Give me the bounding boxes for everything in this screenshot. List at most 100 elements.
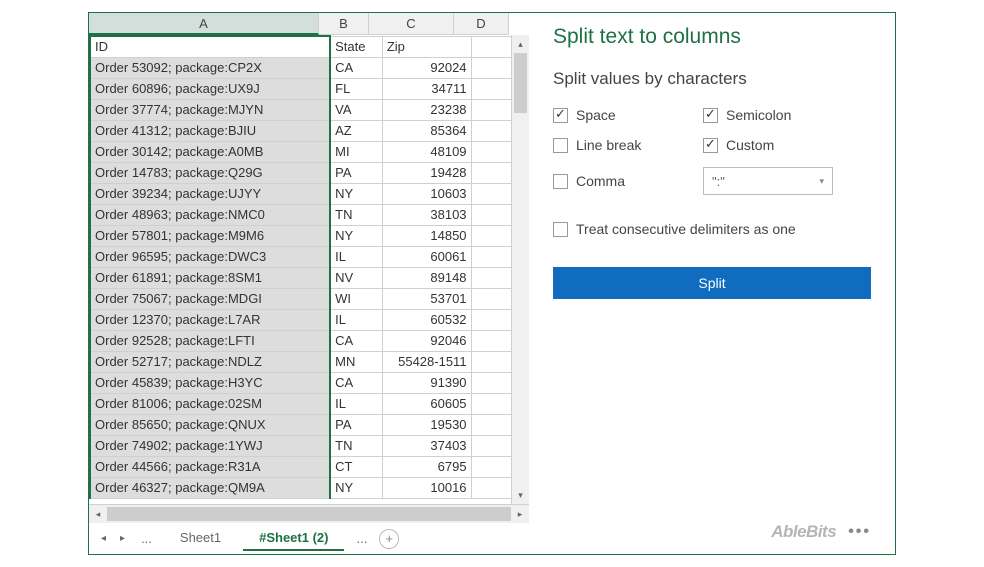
scroll-left-icon[interactable]: ◂ <box>89 509 107 520</box>
custom-delimiter-input[interactable]: ":" ▾ <box>703 167 833 195</box>
horizontal-scrollbar[interactable]: ◂ ▸ <box>89 505 529 523</box>
cell-c13[interactable]: 53701 <box>382 288 471 309</box>
cell-a6[interactable]: Order 30142; package:A0MB <box>90 141 330 162</box>
checkbox-space[interactable]: Space <box>553 107 693 123</box>
checkbox-consecutive[interactable]: Treat consecutive delimiters as one <box>553 221 871 237</box>
cells-grid[interactable]: IDStateZipOrder 53092; package:CP2XCA920… <box>89 35 529 499</box>
col-header-b[interactable]: B <box>319 13 369 35</box>
cell-c2[interactable]: 92024 <box>382 57 471 78</box>
scroll-right-icon[interactable]: ▸ <box>511 509 529 520</box>
cell-a10[interactable]: Order 57801; package:M9M6 <box>90 225 330 246</box>
split-panel: Split text to columns Split values by ch… <box>529 13 895 554</box>
tab-sheet1-2[interactable]: #Sheet1 (2) <box>243 526 344 551</box>
cell-a20[interactable]: Order 74902; package:1YWJ <box>90 435 330 456</box>
cell-c15[interactable]: 92046 <box>382 330 471 351</box>
cell-a14[interactable]: Order 12370; package:L7AR <box>90 309 330 330</box>
col-header-a[interactable]: A <box>89 13 319 35</box>
cell-b12[interactable]: NV <box>330 267 382 288</box>
vertical-scroll-thumb[interactable] <box>514 53 527 113</box>
cell-b4[interactable]: VA <box>330 99 382 120</box>
cell-c10[interactable]: 14850 <box>382 225 471 246</box>
cell-c18[interactable]: 60605 <box>382 393 471 414</box>
checkbox-semicolon[interactable]: Semicolon <box>703 107 843 123</box>
cell-c4[interactable]: 23238 <box>382 99 471 120</box>
cell-a2[interactable]: Order 53092; package:CP2X <box>90 57 330 78</box>
cell-a11[interactable]: Order 96595; package:DWC3 <box>90 246 330 267</box>
cell-b2[interactable]: CA <box>330 57 382 78</box>
cell-b1[interactable]: State <box>330 36 382 57</box>
checkbox-custom[interactable]: Custom <box>703 137 843 153</box>
cell-a9[interactable]: Order 48963; package:NMC0 <box>90 204 330 225</box>
horizontal-scroll-thumb[interactable] <box>107 507 511 521</box>
cell-a15[interactable]: Order 92528; package:LFTI <box>90 330 330 351</box>
add-sheet-button[interactable]: + <box>379 529 399 549</box>
scroll-down-icon[interactable]: ▾ <box>512 486 529 504</box>
cell-a13[interactable]: Order 75067; package:MDGI <box>90 288 330 309</box>
cell-b8[interactable]: NY <box>330 183 382 204</box>
cell-a18[interactable]: Order 81006; package:02SM <box>90 393 330 414</box>
cell-b22[interactable]: NY <box>330 477 382 498</box>
cell-a12[interactable]: Order 61891; package:8SM1 <box>90 267 330 288</box>
custom-delimiter-value: ":" <box>712 174 725 189</box>
cell-c3[interactable]: 34711 <box>382 78 471 99</box>
cell-b3[interactable]: FL <box>330 78 382 99</box>
cell-b20[interactable]: TN <box>330 435 382 456</box>
cell-a21[interactable]: Order 44566; package:R31A <box>90 456 330 477</box>
cell-b9[interactable]: TN <box>330 204 382 225</box>
checkbox-linebreak[interactable]: Line break <box>553 137 693 153</box>
cell-b7[interactable]: PA <box>330 162 382 183</box>
cell-b5[interactable]: AZ <box>330 120 382 141</box>
cell-c12[interactable]: 89148 <box>382 267 471 288</box>
cell-b15[interactable]: CA <box>330 330 382 351</box>
cell-a22[interactable]: Order 46327; package:QM9A <box>90 477 330 498</box>
cell-b14[interactable]: IL <box>330 309 382 330</box>
cell-b17[interactable]: CA <box>330 372 382 393</box>
cell-c1[interactable]: Zip <box>382 36 471 57</box>
cell-c9[interactable]: 38103 <box>382 204 471 225</box>
cell-b11[interactable]: IL <box>330 246 382 267</box>
cell-a7[interactable]: Order 14783; package:Q29G <box>90 162 330 183</box>
col-header-d[interactable]: D <box>454 13 509 35</box>
tab-overflow-right[interactable]: ... <box>350 531 373 546</box>
cell-c16[interactable]: 55428-1511 <box>382 351 471 372</box>
split-button[interactable]: Split <box>553 267 871 299</box>
cell-a8[interactable]: Order 39234; package:UJYY <box>90 183 330 204</box>
cell-b18[interactable]: IL <box>330 393 382 414</box>
cell-c19[interactable]: 19530 <box>382 414 471 435</box>
checkbox-comma[interactable]: Comma <box>553 167 693 195</box>
horizontal-scroll-track[interactable] <box>107 505 511 523</box>
cell-b21[interactable]: CT <box>330 456 382 477</box>
cell-b6[interactable]: MI <box>330 141 382 162</box>
cell-c8[interactable]: 10603 <box>382 183 471 204</box>
col-header-c[interactable]: C <box>369 13 454 35</box>
grid-viewport: A B C D IDStateZip Order 53092; package:C… <box>89 13 529 504</box>
cell-b10[interactable]: NY <box>330 225 382 246</box>
vertical-scrollbar[interactable]: ▴ ▾ <box>511 35 529 504</box>
tab-nav-last-icon[interactable]: ▸ <box>116 533 129 544</box>
cell-c17[interactable]: 91390 <box>382 372 471 393</box>
cell-b13[interactable]: WI <box>330 288 382 309</box>
cell-c7[interactable]: 19428 <box>382 162 471 183</box>
tab-nav-first-icon[interactable]: ◂ <box>97 533 110 544</box>
tab-overflow-left[interactable]: ... <box>135 531 158 546</box>
cell-c14[interactable]: 60532 <box>382 309 471 330</box>
cell-a4[interactable]: Order 37774; package:MJYN <box>90 99 330 120</box>
cell-c21[interactable]: 6795 <box>382 456 471 477</box>
tab-sheet1[interactable]: Sheet1 <box>164 526 237 551</box>
cell-c6[interactable]: 48109 <box>382 141 471 162</box>
cell-c20[interactable]: 37403 <box>382 435 471 456</box>
cell-a17[interactable]: Order 45839; package:H3YC <box>90 372 330 393</box>
cell-c22[interactable]: 10016 <box>382 477 471 498</box>
cell-b19[interactable]: PA <box>330 414 382 435</box>
cell-a16[interactable]: Order 52717; package:NDLZ <box>90 351 330 372</box>
cell-c11[interactable]: 60061 <box>382 246 471 267</box>
more-options-icon[interactable]: ••• <box>848 523 871 541</box>
cell-a3[interactable]: Order 60896; package:UX9J <box>90 78 330 99</box>
scroll-up-icon[interactable]: ▴ <box>512 35 529 53</box>
cell-a19[interactable]: Order 85650; package:QNUX <box>90 414 330 435</box>
cell-a1[interactable]: ID <box>90 36 330 57</box>
cell-b16[interactable]: MN <box>330 351 382 372</box>
cell-a5[interactable]: Order 41312; package:BJIU <box>90 120 330 141</box>
cell-c5[interactable]: 85364 <box>382 120 471 141</box>
checkbox-label: Line break <box>576 137 641 153</box>
